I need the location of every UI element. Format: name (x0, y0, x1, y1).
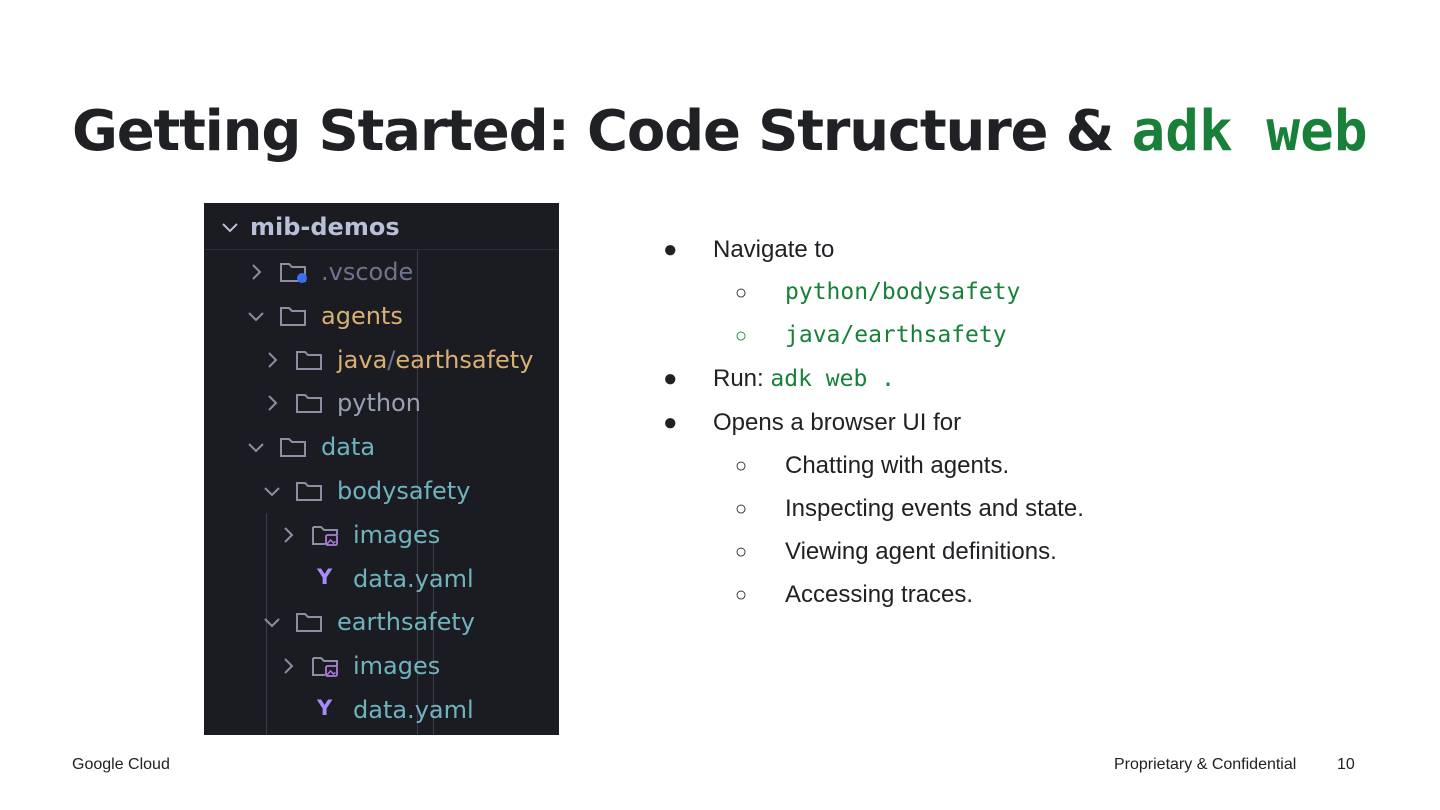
folder-icon (296, 613, 322, 632)
run-label: Run: (713, 365, 771, 392)
code-path: python/bodysafety (785, 279, 1021, 305)
tree-item-vscode[interactable]: .vscode (204, 250, 559, 294)
tree-item-label: .vscode (321, 258, 414, 286)
tree-item-label: agents (321, 302, 403, 330)
chevron-right-icon (268, 395, 278, 411)
tree-item-label: earthsafety (337, 608, 475, 636)
slide-title-code: adk web (1131, 99, 1368, 164)
tree-item-images[interactable]: images (204, 644, 559, 688)
page-number: 10 (1337, 756, 1355, 773)
chevron-right-icon (268, 352, 278, 368)
tree-item-java-earthsafety[interactable]: java/earthsafety (204, 338, 559, 382)
folder-icon (280, 438, 306, 457)
tree-item-label: data.yaml (353, 696, 474, 724)
tree-item-label: python (337, 389, 421, 417)
slide-title: Getting Started: Code Structure & adk we… (72, 98, 1368, 166)
chevron-right-icon (284, 527, 294, 543)
path-segment: earthsafety (395, 346, 534, 374)
folder-images-icon (312, 657, 338, 677)
sub-bullet-text: Chatting with agents. (785, 452, 1010, 479)
sub-bullet-text: Viewing agent definitions. (785, 538, 1057, 565)
sub-bullet-icon: ○ (735, 325, 748, 347)
tree-item-label: bodysafety (337, 477, 471, 505)
file-explorer-screenshot: mib-demos .vscode agents java/earthsafet… (204, 203, 559, 735)
tree-item-label: data (321, 433, 376, 461)
folder-images-icon (312, 526, 338, 546)
bullet-text: Opens a browser UI for (713, 409, 962, 436)
sub-bullet-icon: ○ (735, 455, 748, 477)
yaml-file-icon: Y (317, 565, 333, 589)
explorer-root-label: mib-demos (250, 213, 400, 241)
code-path: java/earthsafety (785, 322, 1007, 348)
tree-item-bodysafety[interactable]: bodysafety (204, 469, 559, 513)
chevron-right-icon (284, 658, 294, 674)
chevron-right-icon (252, 264, 262, 280)
bullet-icon: ● (663, 365, 678, 392)
tree-item-data[interactable]: data (204, 425, 559, 469)
sub-bullet-text: Inspecting events and state. (785, 495, 1084, 522)
tree-item-data-yaml[interactable]: Y data.yaml (204, 688, 559, 732)
bullet-icon: ● (663, 409, 678, 436)
chevron-down-icon (222, 223, 238, 233)
sub-bullet-icon: ○ (735, 498, 748, 520)
footer-confidential: Proprietary & Confidential (1114, 756, 1297, 773)
sub-bullet-text: Accessing traces. (785, 581, 974, 608)
folder-icon (296, 482, 322, 501)
chevron-down-icon (248, 443, 264, 453)
bullet-icon: ● (663, 236, 678, 263)
tree-item-earthsafety[interactable]: earthsafety (204, 600, 559, 644)
folder-icon (296, 351, 322, 370)
tree-item-label: data.yaml (353, 565, 474, 593)
tree-item-python[interactable]: python (204, 381, 559, 425)
chevron-down-icon (248, 312, 264, 322)
folder-icon (280, 307, 306, 326)
footer-brand: Google Cloud (72, 756, 170, 773)
sub-bullet-icon: ○ (735, 541, 748, 563)
slide-title-text: Getting Started: Code Structure & (72, 99, 1132, 164)
tree-item-agents[interactable]: agents (204, 294, 559, 338)
tree-item-label: images (353, 521, 441, 549)
tree-item-data-yaml[interactable]: Y data.yaml (204, 557, 559, 601)
explorer-root-row[interactable]: mib-demos (204, 203, 559, 250)
chevron-down-icon (264, 618, 280, 628)
folder-icon (296, 394, 322, 413)
yaml-file-icon: Y (317, 696, 333, 720)
sub-bullet-icon: ○ (735, 584, 748, 606)
folder-modified-icon (280, 263, 307, 283)
run-command: adk web . (770, 366, 895, 392)
tree-item-label: images (353, 652, 441, 680)
bullet-text: Run: adk web . (713, 365, 895, 393)
tree-item-label: java/earthsafety (337, 344, 533, 376)
tree-item-images[interactable]: images (204, 513, 559, 557)
path-segment: java (337, 346, 388, 374)
chevron-down-icon (264, 487, 280, 497)
sub-bullet-icon: ○ (735, 282, 748, 304)
bullet-text: Navigate to (713, 236, 835, 263)
